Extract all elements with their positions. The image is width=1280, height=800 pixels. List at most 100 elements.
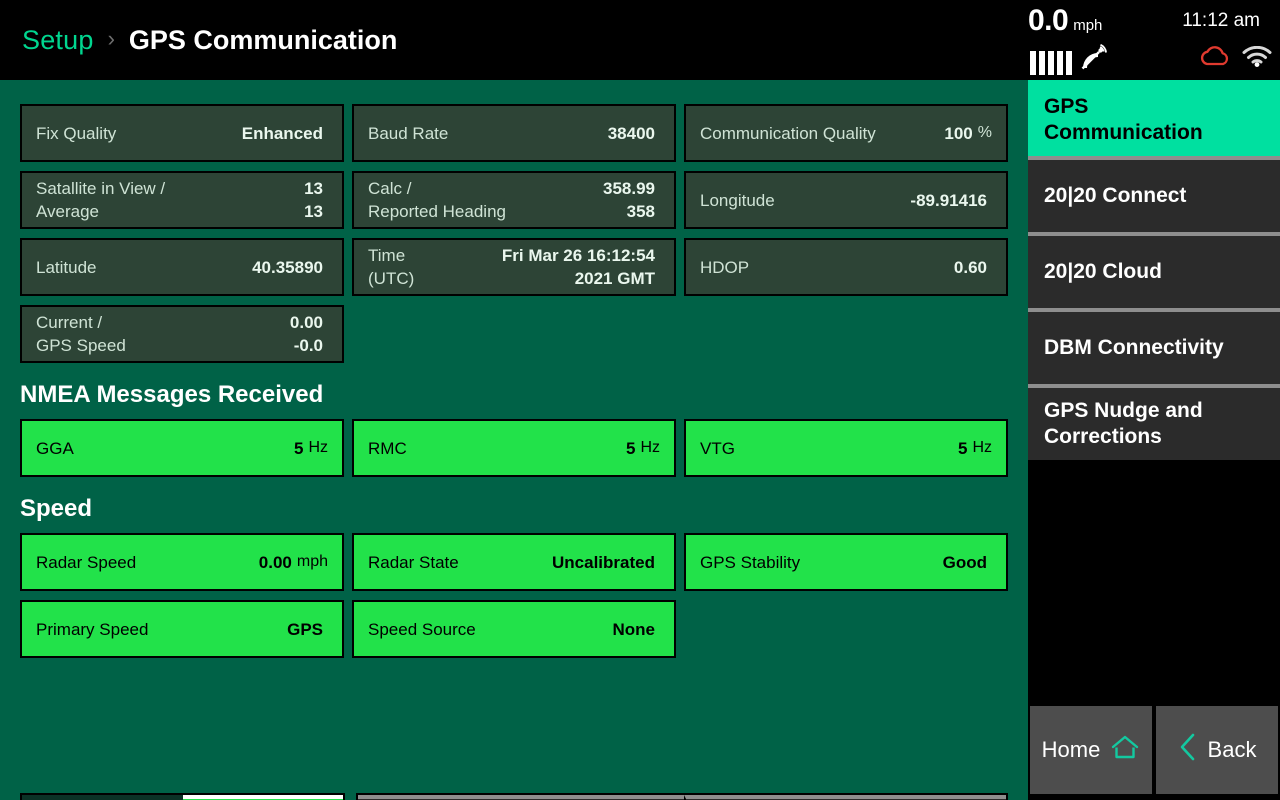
card-latitude[interactable]: Latitude 40.35890: [20, 238, 344, 296]
card-current-gps-speed[interactable]: Current / GPS Speed 0.00 -0.0: [20, 305, 344, 363]
card-heading[interactable]: Calc / Reported Heading 358.99 358: [352, 171, 676, 229]
card-value: 358.99 358: [603, 179, 655, 221]
card-nmea-gga[interactable]: GGA 5 Hz: [20, 419, 344, 477]
card-label: Radar Speed: [36, 552, 137, 572]
card-suffix: mph: [296, 553, 328, 570]
home-icon: [1110, 734, 1140, 766]
status-speed-unit: mph: [1073, 17, 1103, 34]
info-grid: Fix Quality Enhanced Baud Rate 38400 Com…: [20, 104, 1008, 667]
sidebar-item-label: GPS Communication: [1044, 95, 1203, 144]
reacquire-gps-button[interactable]: Reacquire GPS: [358, 795, 684, 800]
nmea-section-title: NMEA Messages Received: [20, 381, 324, 408]
card-label: Longitude: [700, 190, 775, 210]
sidebar-item-gps-nudge-and-corrections[interactable]: GPS Nudge and Corrections: [1028, 384, 1280, 460]
sidebar-item-label: DBM Connectivity: [1044, 336, 1224, 359]
card-label: RMC: [368, 438, 407, 458]
sidebar-item-dbm-connectivity[interactable]: DBM Connectivity: [1028, 308, 1280, 384]
card-value: None: [612, 619, 656, 639]
card-value: 38400: [607, 123, 655, 143]
card-label: Time (UTC): [368, 246, 415, 288]
signal-bar: [1039, 51, 1045, 75]
status-clock: 11:12 am: [1182, 10, 1260, 31]
main-content: Fix Quality Enhanced Baud Rate 38400 Com…: [0, 80, 1028, 800]
home-label: Home: [1041, 737, 1101, 762]
view-1-second-data-button[interactable]: View 1 Second Data: [684, 795, 1006, 800]
card-fix-quality[interactable]: Fix Quality Enhanced: [20, 104, 344, 162]
card-baud-rate[interactable]: Baud Rate 38400: [352, 104, 676, 162]
card-label: Radar State: [368, 552, 459, 572]
card-label: Latitude: [36, 257, 97, 277]
signal-bar: [1057, 51, 1063, 75]
card-value: 40.35890: [252, 257, 323, 277]
card-time-utc[interactable]: Time (UTC) Fri Mar 26 16:12:54 2021 GMT: [352, 238, 676, 296]
card-value: Fri Mar 26 16:12:54 2021 GMT: [501, 246, 655, 288]
signal-bar: [1066, 51, 1072, 75]
card-hdop[interactable]: HDOP 0.60: [684, 238, 1008, 296]
card-value: 5: [293, 438, 304, 458]
card-label: Baud Rate: [368, 123, 449, 143]
card-label: Primary Speed: [36, 619, 149, 639]
card-value: 0.00 -0.0: [289, 313, 323, 355]
card-primary-speed[interactable]: Primary Speed GPS: [20, 600, 344, 658]
info-row: Satallite in View / Average 13 13 Calc /…: [20, 171, 1008, 229]
card-speed-source[interactable]: Speed Source None: [352, 600, 676, 658]
card-value: Enhanced: [241, 123, 323, 143]
signal-bars-icon: [1030, 42, 1109, 75]
card-label: Satallite in View / Average: [36, 179, 166, 221]
sidebar-item-gps-communication[interactable]: GPS Communication: [1028, 80, 1280, 156]
breadcrumb: Setup › GPS Communication: [22, 0, 397, 80]
info-row: Latitude 40.35890 Time (UTC) Fri Mar 26 …: [20, 238, 1008, 296]
signal-bar: [1030, 51, 1036, 75]
speed-row: Primary Speed GPS Speed Source None: [20, 600, 1008, 658]
right-sidebar: GPS Communication 20|20 Connect 20|20 Cl…: [1028, 80, 1280, 800]
sidebar-item-label: 20|20 Cloud: [1044, 260, 1162, 283]
card-suffix: Hz: [640, 439, 660, 456]
back-chevron-icon: [1178, 732, 1198, 768]
back-button[interactable]: Back: [1156, 706, 1278, 794]
gps-log-enabled-button[interactable]: GPS Log Enabled: [22, 795, 183, 800]
nmea-row: GGA 5 Hz RMC 5 Hz VTG 5 Hz: [20, 419, 1008, 477]
card-nmea-vtg[interactable]: VTG 5 Hz: [684, 419, 1008, 477]
info-row: Fix Quality Enhanced Baud Rate 38400 Com…: [20, 104, 1008, 162]
card-label: Current / GPS Speed: [36, 313, 126, 355]
gps-log-toggle-group: GPS Log Enabled GPS Log Disabled: [20, 793, 345, 800]
sidebar-item-2020-connect[interactable]: 20|20 Connect: [1028, 156, 1280, 232]
home-button[interactable]: Home: [1030, 706, 1152, 794]
card-value: 0.00: [258, 552, 292, 572]
gps-log-disabled-button[interactable]: GPS Log Disabled: [182, 795, 343, 800]
satellite-dish-icon: [1079, 43, 1109, 77]
card-label: GGA: [36, 438, 74, 458]
wifi-icon: [1242, 45, 1272, 73]
card-label: VTG: [700, 438, 735, 458]
card-radar-state[interactable]: Radar State Uncalibrated: [352, 533, 676, 591]
card-value: 0.60: [953, 257, 987, 277]
card-suffix: Hz: [972, 439, 992, 456]
card-value: GPS: [287, 619, 323, 639]
card-label: Speed Source: [368, 619, 476, 639]
info-row: Current / GPS Speed 0.00 -0.0: [20, 305, 1008, 363]
gps-communication-screen: Setup › GPS Communication 0.0 mph 11:12 …: [0, 0, 1280, 800]
sidebar-nav-bar: Home Back: [1028, 700, 1280, 800]
back-label: Back: [1207, 737, 1257, 762]
card-radar-speed[interactable]: Radar Speed 0.00 mph: [20, 533, 344, 591]
card-longitude[interactable]: Longitude -89.91416: [684, 171, 1008, 229]
signal-bar: [1048, 51, 1054, 75]
sidebar-item-2020-cloud[interactable]: 20|20 Cloud: [1028, 232, 1280, 308]
card-label: Fix Quality: [36, 123, 117, 143]
card-communication-quality[interactable]: Communication Quality 100 %: [684, 104, 1008, 162]
card-value: 5: [957, 438, 968, 458]
card-suffix: %: [977, 124, 992, 141]
card-label: GPS Stability: [700, 552, 801, 572]
breadcrumb-setup-link[interactable]: Setup: [22, 25, 94, 56]
card-gps-stability[interactable]: GPS Stability Good: [684, 533, 1008, 591]
card-value: 100: [944, 123, 973, 143]
bottom-button-bar: GPS Log Enabled GPS Log Disabled Reacqui…: [0, 708, 1028, 800]
card-value: -89.91416: [910, 190, 987, 210]
speed-section-title: Speed: [20, 495, 93, 522]
sidebar-item-label: 20|20 Connect: [1044, 184, 1187, 207]
breadcrumb-separator-icon: ›: [107, 26, 115, 51]
card-value: Uncalibrated: [552, 552, 655, 572]
card-satellites-in-view[interactable]: Satallite in View / Average 13 13: [20, 171, 344, 229]
card-nmea-rmc[interactable]: RMC 5 Hz: [352, 419, 676, 477]
card-suffix: Hz: [308, 439, 328, 456]
